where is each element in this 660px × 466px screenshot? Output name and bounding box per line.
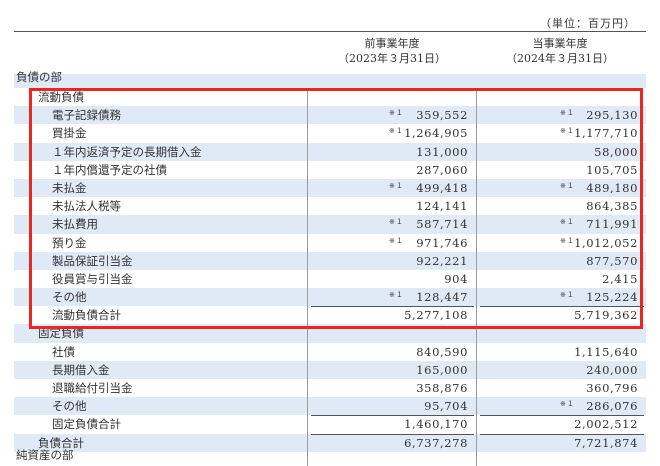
curr-value-cell: 2,002,512 [476, 415, 646, 433]
prev-value: 358,876 [416, 381, 468, 395]
table-row: 社債 840,590 1,115,640 [14, 343, 646, 361]
curr-value-cell: 7,721,874 [476, 433, 646, 452]
row-label: 長期借入金 [52, 362, 110, 377]
prev-year-date: （2023年３月31日） [338, 52, 446, 65]
curr-value: 286,076 [586, 399, 638, 414]
prev-year-title: 前事業年度 [364, 37, 420, 50]
curr-value: 7,721,874 [574, 435, 638, 450]
curr-value-cell: ※１ 286,076 [476, 397, 646, 415]
table-row: 純資産の部 [14, 448, 646, 466]
row-label: 固定負債合計 [52, 417, 121, 432]
curr-value: 360,796 [586, 381, 638, 395]
prev-value: 95,704 [424, 399, 468, 414]
curr-year-header: 当事業年度 （2024年３月31日） [475, 36, 645, 66]
table-row: 退職給付引当金 358,876 360,796 [14, 379, 646, 397]
prev-value-cell [307, 74, 476, 88]
prev-value: 6,737,278 [404, 435, 468, 450]
curr-year-title: 当事業年度 [532, 37, 588, 50]
curr-value-cell [476, 452, 646, 466]
prev-value-cell: 1,460,170 [307, 415, 476, 433]
note-marker: ※１ [560, 400, 575, 409]
row-label: 退職給付引当金 [52, 381, 133, 395]
prev-value: 1,460,170 [404, 417, 468, 432]
subtotal-rule [480, 433, 644, 435]
prev-value: 840,590 [416, 344, 468, 359]
table-row: 負債の部 [14, 70, 646, 88]
row-label: 負債の部 [16, 70, 62, 84]
curr-value-cell: 240,000 [476, 361, 646, 379]
prev-value-cell: 6,737,278 [307, 433, 476, 452]
prev-value-cell: 358,876 [307, 379, 476, 397]
subtotal-rule [480, 415, 644, 417]
subtotal-rule [311, 433, 474, 435]
unit-label: （単位：百万円） [540, 17, 636, 30]
row-label: その他 [52, 399, 87, 414]
curr-value: 2,002,512 [574, 417, 638, 432]
curr-value-cell [476, 74, 646, 88]
prev-value-cell: 840,590 [307, 343, 476, 361]
prev-value-cell: 165,000 [307, 361, 476, 379]
prev-value-cell [307, 452, 476, 466]
curr-value: 1,115,640 [574, 344, 638, 359]
header-rule [14, 31, 646, 32]
curr-value-cell: 1,115,640 [476, 343, 646, 361]
prev-year-header: 前事業年度 （2023年３月31日） [307, 36, 477, 66]
highlight-box [29, 88, 643, 329]
table-row: 負債合計 6,737,278 7,721,874 [14, 433, 646, 452]
prev-value-cell: 95,704 [307, 397, 476, 415]
curr-year-date: （2024年３月31日） [506, 52, 614, 65]
table-row: 固定負債合計 1,460,170 2,002,512 [14, 415, 646, 433]
prev-value: 165,000 [416, 362, 468, 377]
row-label: 社債 [52, 344, 75, 359]
subtotal-rule [311, 415, 474, 417]
table-row: 長期借入金 165,000 240,000 [14, 360, 646, 379]
curr-value: 240,000 [586, 362, 638, 377]
table-row: その他 95,704 ※１ 286,076 [14, 397, 646, 416]
